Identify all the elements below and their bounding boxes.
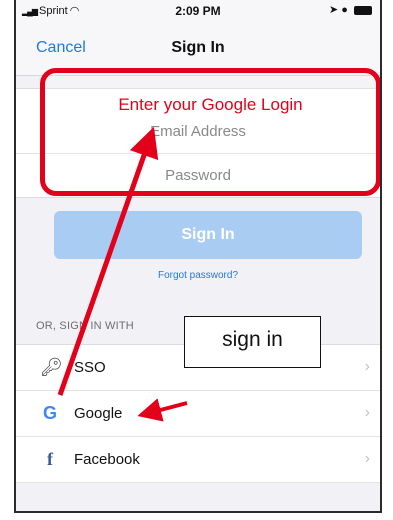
battery-icon [354, 5, 372, 15]
page-title: Sign In [171, 39, 225, 56]
chevron-right-icon: › [364, 358, 370, 375]
sign-in-callout: sign in [184, 316, 321, 368]
callout-label: sign in [222, 328, 283, 351]
chevron-right-icon: › [364, 450, 370, 467]
alt-signin-header: OR, SIGN IN WITH [36, 320, 134, 332]
status-bar: ▂▄▆ Sprint ◠ 2:09 PM ➤ ● [16, 0, 380, 22]
google-label: Google [74, 405, 123, 422]
login-highlight-box: Enter your Google Login [40, 68, 380, 196]
alarm-icon: ● [341, 4, 348, 16]
google-option[interactable]: G Google › [16, 391, 380, 437]
sign-in-button[interactable]: Sign In [54, 211, 362, 259]
facebook-label: Facebook [74, 451, 140, 468]
google-icon: G [42, 403, 57, 423]
facebook-option[interactable]: f Facebook › [16, 437, 380, 483]
status-right: ➤ ● [329, 3, 372, 16]
status-time: 2:09 PM [175, 4, 221, 18]
key-icon: 🔑︎ [40, 357, 63, 377]
chevron-right-icon: › [364, 404, 370, 421]
location-icon: ➤ [329, 4, 339, 16]
facebook-icon: f [47, 449, 53, 469]
forgot-password-link[interactable]: Forgot password? [16, 270, 380, 281]
sso-label: SSO [74, 359, 106, 376]
phone-screen: ▂▄▆Sprint◠ 2:09 PM ➤ ● Cancel Sign In Si… [14, 0, 382, 513]
highlight-label: Enter your Google Login [118, 95, 303, 114]
